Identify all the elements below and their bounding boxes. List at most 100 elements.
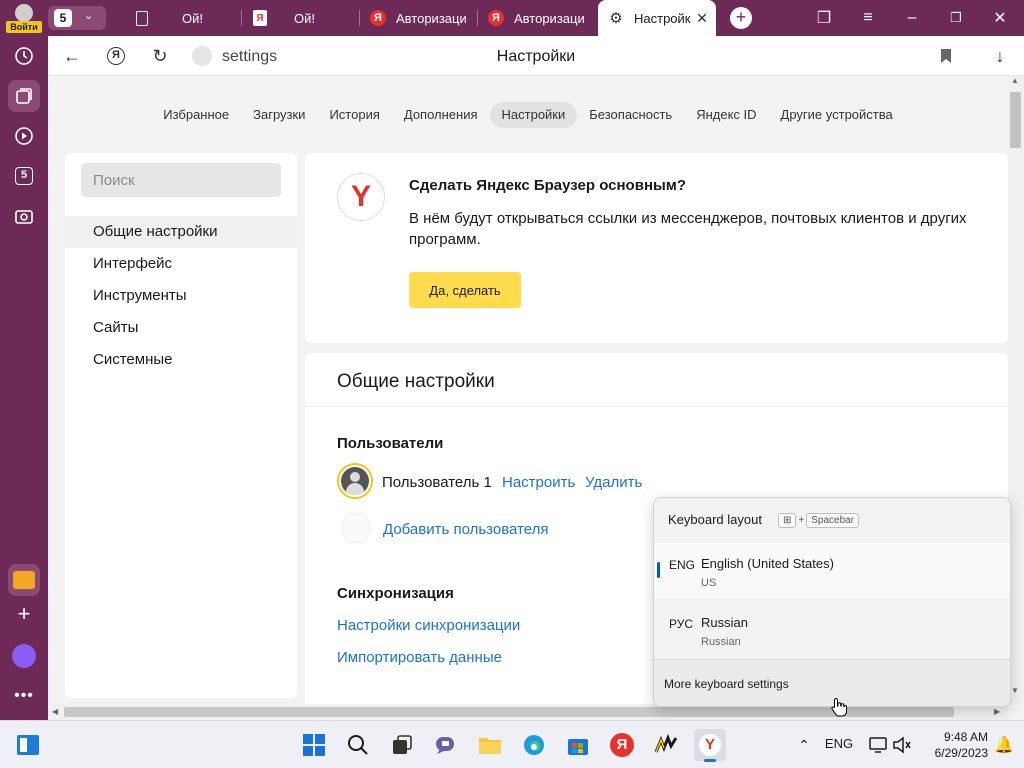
language-name: English (United States)	[701, 556, 834, 571]
horizontal-scroll-thumb[interactable]	[64, 707, 954, 717]
microsoft-store-icon[interactable]	[562, 729, 594, 761]
search-icon[interactable]	[342, 729, 374, 761]
configure-user-link[interactable]: Настроить	[502, 474, 575, 491]
tab-counter-button[interactable]: 5 ⌄	[48, 6, 106, 30]
address-bar[interactable]: settings	[222, 48, 277, 66]
add-user-link[interactable]: Добавить пользователя	[383, 521, 548, 538]
menu-icon[interactable]: ≡	[846, 0, 890, 36]
start-windows-icon[interactable]	[298, 729, 330, 761]
tab-auth-1[interactable]: Я Авторизаци	[362, 0, 478, 36]
yandex-app-icon[interactable]: Я	[606, 729, 638, 761]
menu-general[interactable]: Общие настройки	[65, 216, 297, 248]
profile-avatar-icon	[15, 4, 33, 22]
edge-icon[interactable]	[518, 729, 550, 761]
teams-chat-icon[interactable]	[430, 729, 462, 761]
restore-icon[interactable]: ❐	[934, 0, 978, 36]
nav-favorites[interactable]: Избранное	[151, 102, 241, 128]
add-panel-icon[interactable]: +	[8, 598, 40, 630]
menu-interface[interactable]: Интерфейс	[65, 248, 297, 280]
input-language-indicator[interactable]: ENG	[819, 736, 859, 751]
import-data-link[interactable]: Импортировать данные	[337, 649, 502, 666]
nav-downloads[interactable]: Загрузки	[241, 102, 317, 128]
divider	[305, 406, 1008, 407]
notification-bell-icon[interactable]: 🔔	[988, 729, 1020, 761]
menu-system[interactable]: Системные	[65, 344, 297, 376]
search-input[interactable]	[81, 163, 281, 197]
tab-title: Ой!	[294, 10, 315, 26]
volume-muted-icon[interactable]	[886, 729, 918, 761]
tab-counter-badge: 5	[54, 9, 72, 27]
delete-user-link[interactable]: Удалить	[585, 474, 642, 491]
history-clock-icon[interactable]	[8, 40, 40, 72]
menu-sites[interactable]: Сайты	[65, 312, 297, 344]
mail-icon[interactable]	[8, 564, 40, 596]
scroll-down-arrow-icon[interactable]: ▼	[1011, 686, 1019, 695]
profile-button[interactable]: Войти	[6, 2, 42, 34]
vertical-scroll-thumb[interactable]	[1010, 92, 1021, 148]
task-view-icon[interactable]	[386, 729, 418, 761]
spacebar-key: Spacebar	[806, 512, 860, 528]
windows-key-icon: ⊞	[778, 512, 797, 528]
close-window-icon[interactable]: ✕	[978, 0, 1022, 36]
more-dots-icon[interactable]: •••	[8, 680, 40, 712]
bookmark-icon[interactable]	[932, 42, 960, 70]
section-title: Общие настройки	[337, 371, 495, 392]
tab-auth-2[interactable]: Я Авторизаци	[480, 0, 596, 36]
play-icon[interactable]	[8, 120, 40, 152]
widgets-icon[interactable]	[12, 729, 44, 761]
taskbar-clock[interactable]: 9:48 AM 6/29/2023	[918, 729, 988, 761]
close-tab-icon[interactable]: ✕	[694, 10, 710, 26]
tab-settings[interactable]: ⚙ Настройк ✕	[598, 0, 716, 36]
language-code: РУС	[669, 617, 694, 631]
tab-oi-2[interactable]: Я Ой!	[242, 0, 360, 36]
reload-icon[interactable]: ↻	[146, 42, 174, 70]
menu-tools[interactable]: Инструменты	[65, 280, 297, 312]
yandex-icon: Я	[370, 10, 386, 26]
default-browser-card: Y Сделать Яндекс Браузер основным? В нём…	[305, 153, 1008, 343]
nav-yandex-id[interactable]: Яндекс ID	[684, 102, 768, 128]
five-icon[interactable]: 5	[8, 160, 40, 192]
download-icon[interactable]: ↓	[986, 42, 1014, 70]
back-arrow-icon[interactable]: ←	[58, 42, 86, 70]
language-option-russian[interactable]: РУС Russian Russian	[654, 602, 1010, 657]
user-name: Пользователь 1	[382, 474, 492, 491]
minimize-icon[interactable]: –	[890, 0, 934, 36]
yandex-home-icon[interactable]: Я	[102, 42, 130, 70]
chevron-up-icon[interactable]: ⌃	[788, 729, 820, 761]
sync-settings-link[interactable]: Настройки синхронизации	[337, 617, 520, 634]
language-name: Russian	[701, 615, 748, 630]
scroll-right-arrow-icon[interactable]: ▶	[994, 707, 1000, 716]
tab-oi-1[interactable]: Ой!	[124, 0, 242, 36]
yandex-browser-taskbar-icon[interactable]: Y	[694, 729, 726, 762]
scroll-up-arrow-icon[interactable]: ▲	[1011, 76, 1019, 85]
profile-label: Войти	[6, 21, 42, 33]
more-keyboard-settings-label: More keyboard settings	[664, 677, 789, 691]
chevron-down-icon: ⌄	[84, 10, 94, 22]
browser-toolbar: ← Я ↻ settings Настройки ↓	[48, 36, 1024, 76]
promo-text: В нём будут открываться ссылки из мессен…	[409, 210, 967, 248]
file-explorer-icon[interactable]	[474, 729, 506, 761]
tab-title: Авторизаци	[514, 10, 585, 26]
screenshot-camera-icon[interactable]	[8, 200, 40, 232]
nav-extensions[interactable]: Дополнения	[392, 102, 490, 128]
pdf-icon: Я	[252, 10, 268, 26]
nav-settings[interactable]: Настройки	[489, 102, 578, 128]
alice-icon[interactable]	[8, 640, 40, 672]
make-default-button[interactable]: Да, сделать	[409, 272, 521, 308]
tab-strip: Войти 5 ⌄ Ой! Я Ой! Я Авторизаци Я Автор…	[0, 0, 1024, 36]
nav-other-devices[interactable]: Другие устройства	[769, 102, 905, 128]
site-info-icon[interactable]	[192, 46, 212, 66]
collections-icon[interactable]: ❐	[802, 0, 846, 36]
gear-icon: ⚙	[609, 10, 623, 27]
nav-security[interactable]: Безопасность	[577, 102, 684, 128]
flyout-title: Keyboard layout	[668, 512, 762, 527]
yandex-music-icon[interactable]	[650, 729, 682, 761]
nav-history[interactable]: История	[317, 102, 391, 128]
new-tab-button[interactable]: +	[730, 7, 752, 29]
scroll-left-arrow-icon[interactable]: ◀	[52, 707, 58, 716]
layout-name: US	[701, 577, 717, 589]
tabs-panel-icon[interactable]	[8, 80, 40, 112]
language-option-english[interactable]: ENG English (United States) US	[654, 543, 1010, 598]
clock-date: 6/29/2023	[934, 746, 988, 760]
page-icon	[134, 10, 150, 26]
